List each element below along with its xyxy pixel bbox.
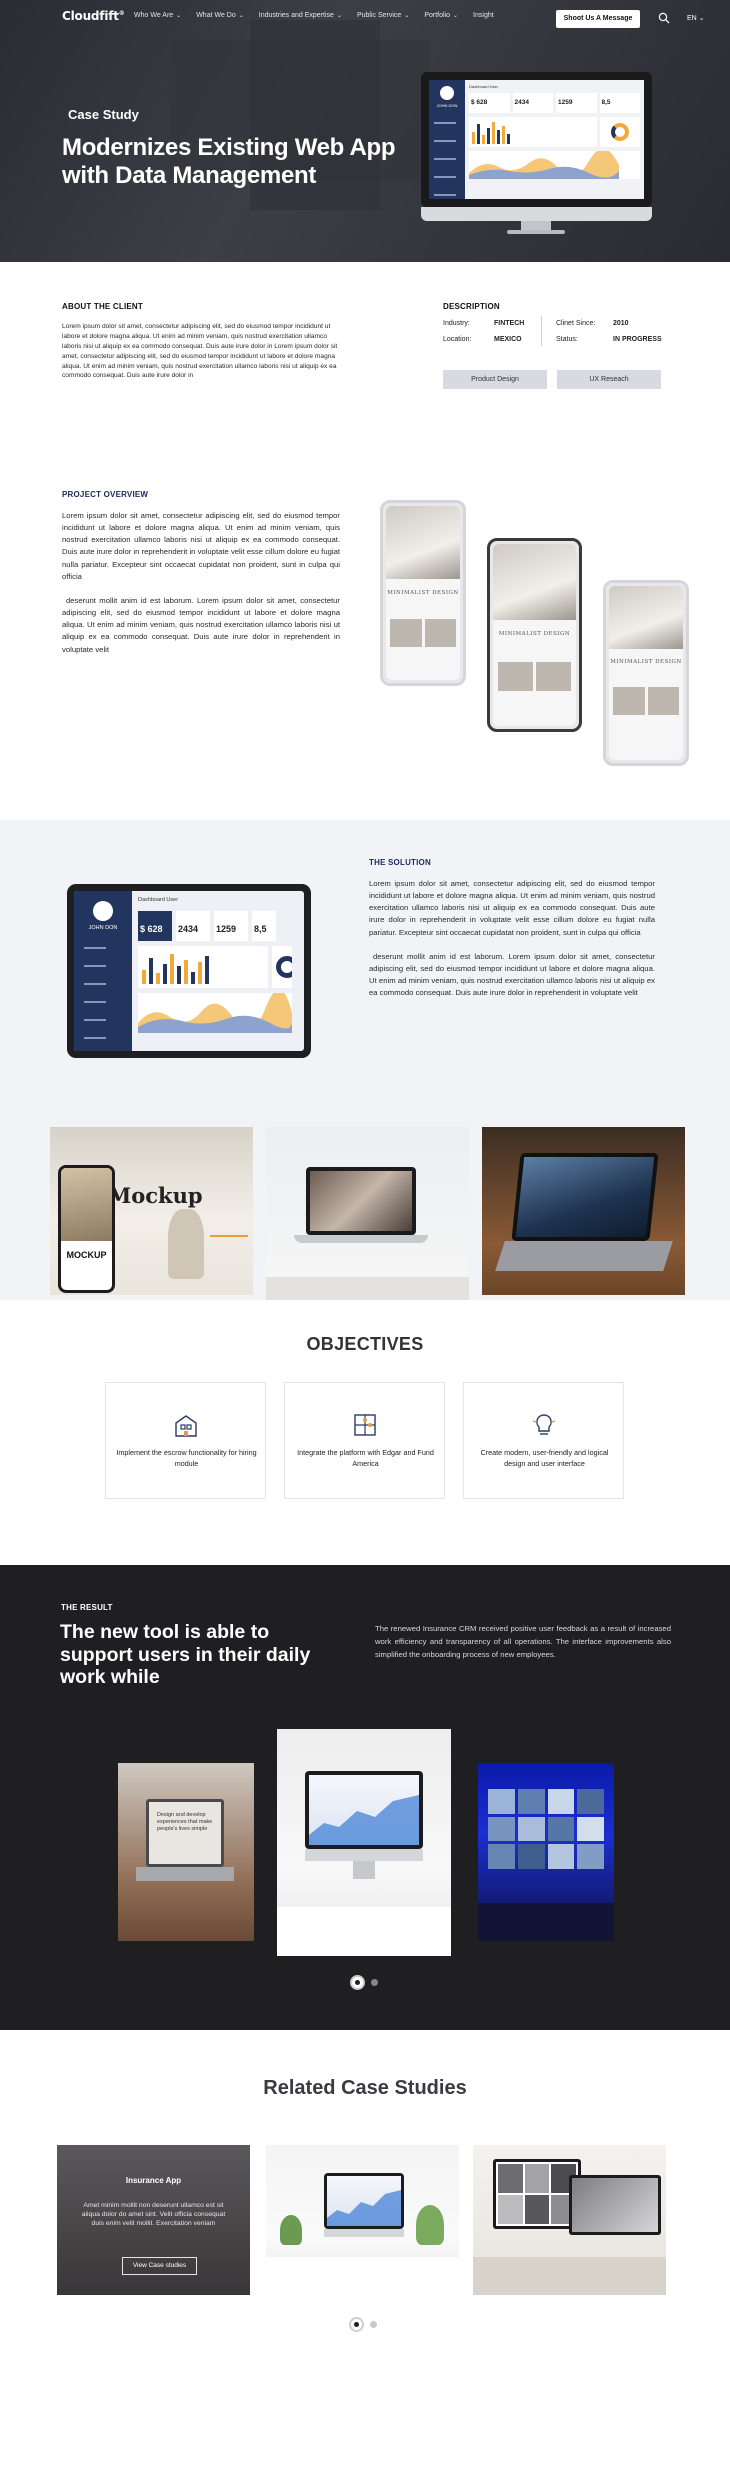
result-image-laptop[interactable]: Design and develop experiences that make… <box>118 1763 254 1941</box>
chevron-down-icon: ⌄ <box>698 15 705 22</box>
stat-card: 1259 <box>556 93 597 113</box>
objective-card: Integrate the platform with Edgar and Fu… <box>284 1382 445 1499</box>
stat-card: 8,5 <box>599 93 640 113</box>
objective-card: Implement the escrow functionality for h… <box>105 1382 266 1499</box>
related-card-insurance[interactable]: Insurance App Amet minim mollit non dese… <box>57 2145 250 2295</box>
about-section: ABOUT THE CLIENT Lorem ipsum dolor sit a… <box>0 262 730 458</box>
solution-text: Lorem ipsum dolor sit amet, consectetur … <box>369 879 655 998</box>
nav-link-industries[interactable]: Industries and Expertise ⌄ <box>259 12 342 19</box>
gallery-image-mockup[interactable]: Mockup MOCKUP <box>50 1127 253 1295</box>
overview-section: PROJECT OVERVIEW Lorem ipsum dolor sit a… <box>0 458 730 820</box>
puzzle-icon <box>354 1414 376 1436</box>
related-card-title: Insurance App <box>125 2176 182 2185</box>
nav-link-what-we-do[interactable]: What We Do ⌄ <box>196 12 244 19</box>
search-icon[interactable] <box>658 12 670 24</box>
result-image-screen[interactable] <box>478 1763 614 1941</box>
phone-mockup: MINIMALIST DESIGN <box>487 538 582 732</box>
carousel-dot[interactable] <box>371 1979 378 1986</box>
objective-text: Integrate the platform with Edgar and Fu… <box>297 1448 434 1469</box>
status-label: Status: <box>556 336 578 343</box>
nav-link-public-service[interactable]: Public Service ⌄ <box>357 12 409 19</box>
objective-text: Create modern, user-friendly and logical… <box>480 1448 609 1469</box>
industry-label: Industry: <box>443 320 470 327</box>
main-nav: Who We Are ⌄ What We Do ⌄ Industries and E… <box>134 12 494 19</box>
related-card-imac[interactable] <box>266 2145 459 2295</box>
result-section: THE RESULT The new tool is able to suppo… <box>0 1565 730 2030</box>
language-selector[interactable]: EN ⌄ <box>687 14 705 22</box>
lightbulb-icon <box>532 1414 556 1435</box>
stat-card: 2434 <box>176 911 210 941</box>
carousel-dot-active[interactable] <box>349 2317 364 2332</box>
tablet-mockup: JOHN DON Dashboard User $ 628 2434 1259 … <box>67 884 311 1058</box>
dashboard-user-name: JOHN DON <box>436 103 458 108</box>
hero-title: Modernizes Existing Web App with Data Ma… <box>62 134 396 189</box>
stat-card: 2434 <box>512 93 553 113</box>
related-card-workspace[interactable] <box>473 2145 666 2295</box>
hero-section: Cloudfift® Who We Are ⌄ What We Do ⌄ Indus… <box>0 0 730 262</box>
location-value: MEXICO <box>494 336 522 343</box>
dashboard-user-name: JOHN DON <box>88 925 118 931</box>
nav-link-who-we-are[interactable]: Who We Are ⌄ <box>134 12 181 19</box>
gallery-image-macbook[interactable] <box>482 1127 685 1295</box>
solution-title: THE SOLUTION <box>369 858 431 867</box>
building-icon <box>175 1415 197 1437</box>
result-image-imac[interactable] <box>277 1729 451 1956</box>
solution-section: JOHN DON Dashboard User $ 628 2434 1259 … <box>0 820 730 1303</box>
stat-card: $ 628 <box>138 911 172 941</box>
laptop-screen-note: Design and develop experiences that make… <box>146 1799 224 1867</box>
stat-card: 8,5 <box>252 911 276 941</box>
dashboard-header: Dashboard User <box>138 897 179 903</box>
chevron-down-icon: ⌄ <box>336 13 342 19</box>
result-carousel-dots <box>350 1975 378 1990</box>
phone-mockup: MINIMALIST DESIGN <box>603 580 689 766</box>
objectives-title: OBJECTIVES <box>306 1334 424 1354</box>
stat-card: 1259 <box>214 911 248 941</box>
related-section: Related Case Studies Insurance App Amet … <box>0 2030 730 2389</box>
chevron-down-icon: ⌄ <box>238 13 244 19</box>
nav-link-portfolio[interactable]: Portfolio ⌄ <box>424 12 458 19</box>
result-tag: THE RESULT <box>61 1603 113 1612</box>
status-value: IN PROGRESS <box>613 336 662 343</box>
chevron-down-icon: ⌄ <box>404 13 410 19</box>
industry-value: FINTECH <box>494 320 525 327</box>
phone-mockup: MINIMALIST DESIGN <box>380 500 466 686</box>
about-title: ABOUT THE CLIENT <box>62 302 143 311</box>
gallery-image-laptop[interactable] <box>266 1127 469 1303</box>
view-case-studies-button[interactable]: View Case studies <box>122 2257 197 2275</box>
result-title: The new tool is able to support users in… <box>60 1621 311 1689</box>
mockup-title: Mockup <box>108 1183 203 1208</box>
about-text: Lorem ipsum dolor sit amet, consectetur … <box>62 323 338 380</box>
location-label: Location: <box>443 336 472 343</box>
monitor-mockup: JOHN DON Dashboard User $ 628 2434 1259 … <box>421 72 652 234</box>
tag-ux-research[interactable]: UX Reseach <box>557 370 661 389</box>
overview-title: PROJECT OVERVIEW <box>62 490 149 499</box>
client-since-label: Clinet Since: <box>556 320 596 327</box>
overview-text: Lorem ipsum dolor sit amet, consectetur … <box>62 511 340 654</box>
related-title: Related Case Studies <box>263 2077 467 2099</box>
shoot-message-button[interactable]: Shoot Us A Message <box>556 10 640 28</box>
chevron-down-icon: ⌄ <box>453 13 459 19</box>
hero-tag: Case Study <box>68 107 139 122</box>
logo[interactable]: Cloudfift® <box>62 9 125 23</box>
chevron-down-icon: ⌄ <box>176 13 182 19</box>
carousel-dot-active[interactable] <box>350 1975 365 1990</box>
dashboard-header: Dashboard User <box>469 84 499 89</box>
description-title: DESCRIPTION <box>443 302 500 311</box>
result-text: The renewed Insurance CRM received posit… <box>375 1624 671 1660</box>
avatar <box>93 901 113 921</box>
nav-link-insight[interactable]: Insight <box>473 12 494 19</box>
client-since-value: 2010 <box>613 320 629 327</box>
mockup-phone-label: MOCKUP <box>66 1250 107 1260</box>
objective-card: Create modern, user-friendly and logical… <box>463 1382 624 1499</box>
tag-product-design[interactable]: Product Design <box>443 370 547 389</box>
stat-card: $ 628 <box>469 93 510 113</box>
carousel-dot[interactable] <box>370 2321 377 2328</box>
related-card-text: Amet minim mollit non deserunt ullamco e… <box>81 2202 226 2227</box>
avatar <box>440 86 454 100</box>
objectives-section: OBJECTIVES Implement the escrow function… <box>0 1300 730 1565</box>
related-carousel-dots <box>349 2317 377 2332</box>
objective-text: Implement the escrow functionality for h… <box>116 1448 257 1469</box>
